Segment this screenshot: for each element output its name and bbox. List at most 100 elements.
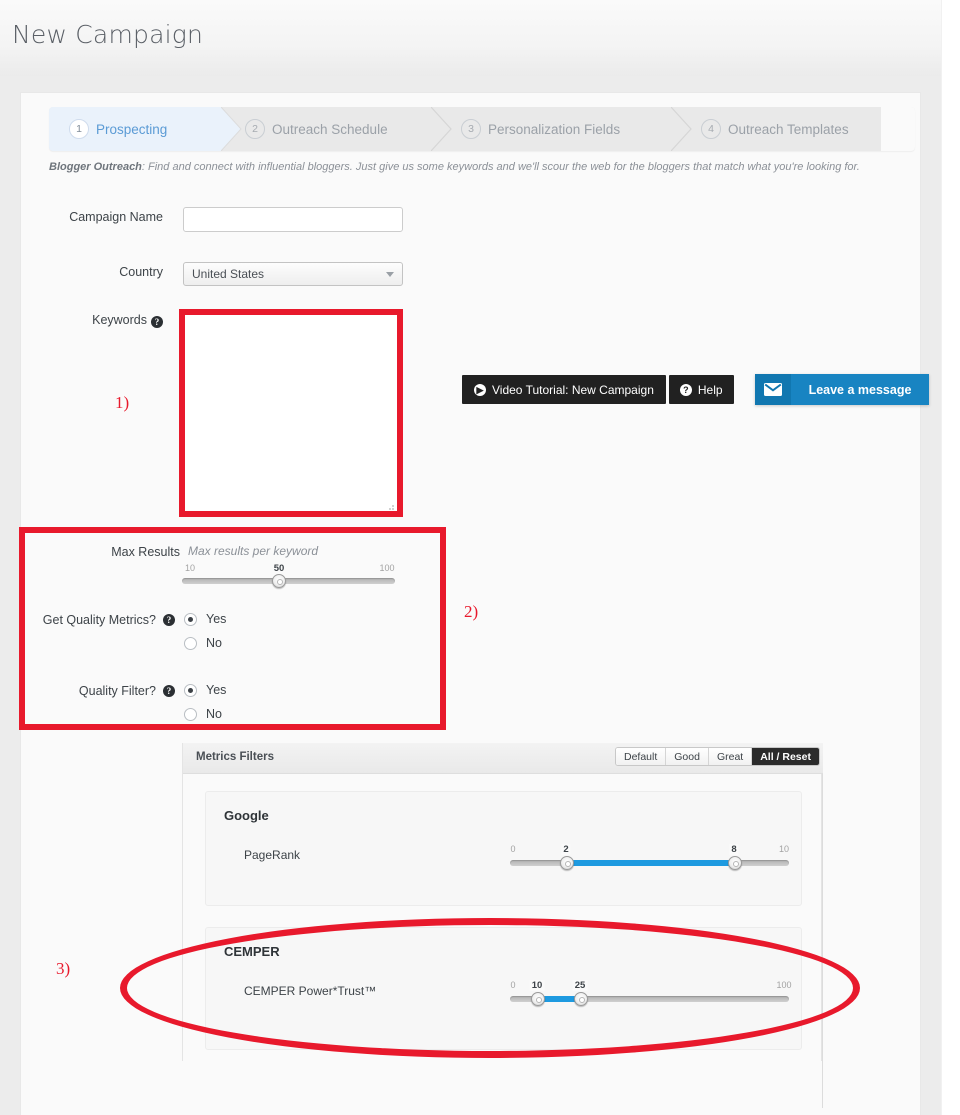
metric-group-cemper: CEMPER CEMPER Power*Trust™ 0 10 25 100	[205, 927, 802, 1050]
pagerank-range-slider[interactable]: 0 2 8 10	[510, 844, 795, 874]
question-icon[interactable]: ?	[163, 614, 175, 626]
step-number: 3	[461, 119, 481, 139]
max-results-min-tick: 10	[184, 563, 196, 573]
max-results-slider[interactable]: 10 50 100	[182, 563, 397, 591]
slider-fill	[566, 860, 734, 866]
preset-great-button[interactable]: Great	[708, 748, 753, 765]
radio-yes[interactable]	[184, 612, 197, 626]
page-title: New Campaign	[12, 20, 203, 49]
page-header: New Campaign	[0, 0, 941, 76]
preset-all-reset-button[interactable]: All / Reset	[752, 748, 819, 765]
pagerank-min-tick: 0	[510, 844, 516, 854]
wizard-step-outreach-schedule[interactable]: 2 Outreach Schedule	[245, 107, 431, 151]
slider-handle-high[interactable]	[728, 856, 742, 870]
metric-label-pagerank: PageRank	[244, 848, 301, 862]
question-icon[interactable]: ?	[151, 316, 163, 328]
quality-filter-label-text: Quality Filter?	[78, 684, 156, 698]
step-number: 1	[69, 119, 89, 139]
quality-filter-label: Quality Filter?	[20, 684, 156, 698]
metrics-divider	[822, 743, 823, 1108]
radio-no-label: No	[206, 636, 222, 650]
wizard-description: Blogger Outreach: Find and connect with …	[49, 161, 909, 173]
cemper-high-value: 25	[572, 980, 588, 991]
metrics-filters-panel: Metrics Filters Default Good Great All /…	[182, 743, 823, 1061]
step-chevron-icon	[221, 107, 243, 151]
pagerank-low-value: 2	[561, 844, 571, 855]
quality-filter-option-yes[interactable]: Yes	[184, 683, 226, 697]
wizard-description-lead: Blogger Outreach	[49, 161, 142, 173]
step-chevron-icon	[431, 107, 453, 151]
radio-no[interactable]	[184, 707, 197, 721]
max-results-value: 50	[271, 563, 287, 574]
country-select-value: United States	[192, 267, 265, 281]
annotation-label-3: 3)	[56, 959, 71, 978]
keywords-label-text: Keywords	[92, 313, 147, 327]
step-number: 4	[701, 119, 721, 139]
wizard-step-outreach-templates[interactable]: 4 Outreach Templates	[701, 107, 891, 151]
video-help-bar: ▶ Video Tutorial: New Campaign ? Help	[462, 375, 734, 404]
chevron-down-icon	[386, 272, 394, 277]
max-results-max-tick: 100	[379, 563, 395, 573]
wizard-step-personalization-fields[interactable]: 3 Personalization Fields	[461, 107, 671, 151]
step-label: Personalization Fields	[488, 121, 621, 137]
metric-group-google: Google PageRank 0 2 8 10	[205, 791, 802, 906]
leave-a-message-widget[interactable]: Leave a message	[755, 374, 929, 405]
step-chevron-icon	[671, 107, 693, 151]
radio-yes-label: Yes	[206, 612, 227, 626]
radio-yes[interactable]	[184, 683, 197, 697]
metrics-filters-title: Metrics Filters	[196, 751, 274, 763]
slider-handle[interactable]	[272, 574, 286, 588]
radio-no[interactable]	[184, 636, 197, 650]
wizard-description-text: : Find and connect with influential blog…	[141, 161, 860, 173]
step-number: 2	[245, 119, 265, 139]
help-button[interactable]: ? Help	[668, 375, 734, 404]
video-tutorial-label: Video Tutorial: New Campaign	[492, 382, 654, 397]
video-tutorial-button[interactable]: ▶ Video Tutorial: New Campaign	[462, 375, 666, 404]
radio-no-label: No	[206, 707, 222, 721]
slider-handle-low[interactable]	[560, 856, 574, 870]
pagerank-max-tick: 10	[778, 844, 790, 854]
cemper-low-value: 10	[529, 980, 545, 991]
metric-group-title: CEMPER	[224, 944, 280, 959]
get-quality-metrics-option-yes[interactable]: Yes	[184, 612, 226, 626]
max-results-label: Max Results	[111, 545, 180, 559]
wizard-steps: 1 Prospecting 2 Outreach Schedule 3 Pers…	[49, 107, 915, 151]
annotation-label-2: 2)	[464, 602, 479, 621]
radio-yes-label: Yes	[206, 683, 227, 697]
quality-filter-option-no[interactable]: No	[184, 707, 222, 721]
keywords-label: Keywords?	[20, 313, 163, 328]
country-label: Country	[119, 265, 163, 279]
get-quality-metrics-option-no[interactable]: No	[184, 636, 222, 650]
campaign-name-label: Campaign Name	[69, 210, 163, 224]
cemper-max-tick: 100	[776, 980, 792, 990]
wizard-step-prospecting[interactable]: 1 Prospecting	[49, 107, 221, 151]
preset-good-button[interactable]: Good	[666, 748, 709, 765]
question-icon[interactable]: ?	[163, 685, 175, 697]
annotation-label-1: 1)	[115, 393, 130, 412]
step-label: Outreach Templates	[728, 121, 849, 137]
country-select[interactable]: United States	[183, 262, 403, 286]
cemper-min-tick: 0	[510, 980, 516, 990]
vertical-scrollbar[interactable]	[941, 0, 960, 1115]
metrics-preset-group[interactable]: Default Good Great All / Reset	[614, 747, 820, 766]
pagerank-high-value: 8	[729, 844, 739, 855]
slider-track[interactable]	[182, 578, 395, 584]
envelope-icon	[755, 374, 791, 405]
preset-default-button[interactable]: Default	[615, 748, 667, 765]
slider-handle-high[interactable]	[574, 992, 588, 1006]
max-results-hint: Max results per keyword	[188, 544, 319, 558]
cemper-powertrust-range-slider[interactable]: 0 10 25 100	[510, 980, 795, 1010]
resize-handle-icon[interactable]	[386, 505, 395, 514]
leave-a-message-label: Leave a message	[808, 382, 912, 397]
campaign-name-input[interactable]	[183, 207, 403, 232]
step-label: Prospecting	[96, 121, 168, 137]
question-circle-icon: ?	[679, 383, 692, 396]
slider-handle-low[interactable]	[531, 992, 545, 1006]
step-label: Outreach Schedule	[272, 121, 388, 137]
help-label: Help	[697, 382, 723, 397]
play-circle-icon: ▶	[474, 383, 486, 396]
get-quality-metrics-label-text: Get Quality Metrics?	[42, 613, 156, 627]
keywords-textarea[interactable]	[184, 311, 398, 517]
metric-group-title: Google	[224, 808, 269, 823]
steps-tail	[881, 107, 915, 151]
